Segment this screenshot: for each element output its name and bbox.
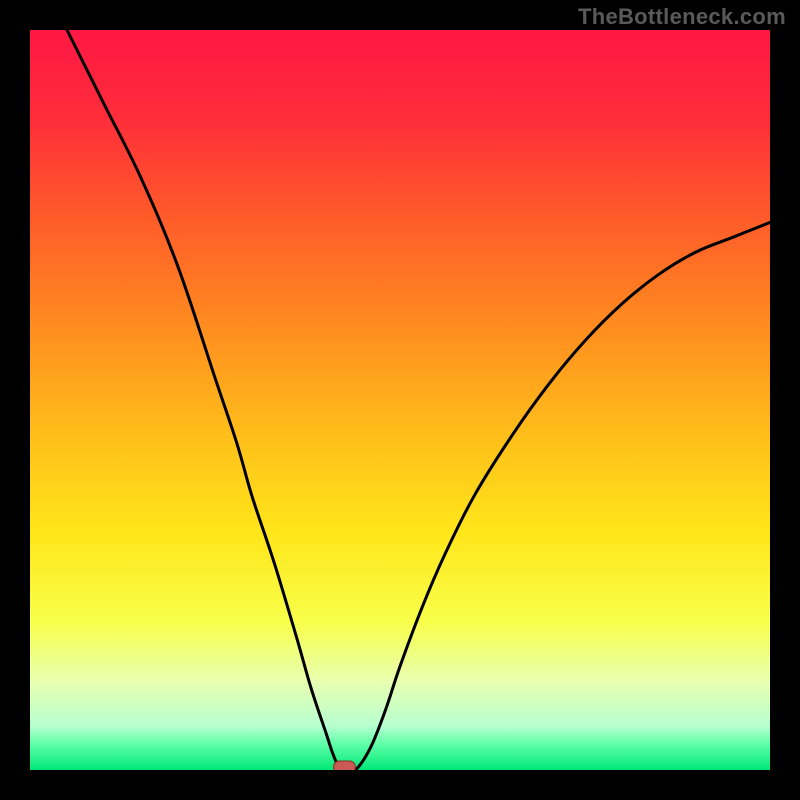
plot-area	[30, 30, 770, 770]
gradient-background	[30, 30, 770, 770]
optimum-marker	[334, 761, 356, 770]
watermark-text: TheBottleneck.com	[578, 4, 786, 30]
chart-svg	[30, 30, 770, 770]
chart-frame: TheBottleneck.com	[0, 0, 800, 800]
